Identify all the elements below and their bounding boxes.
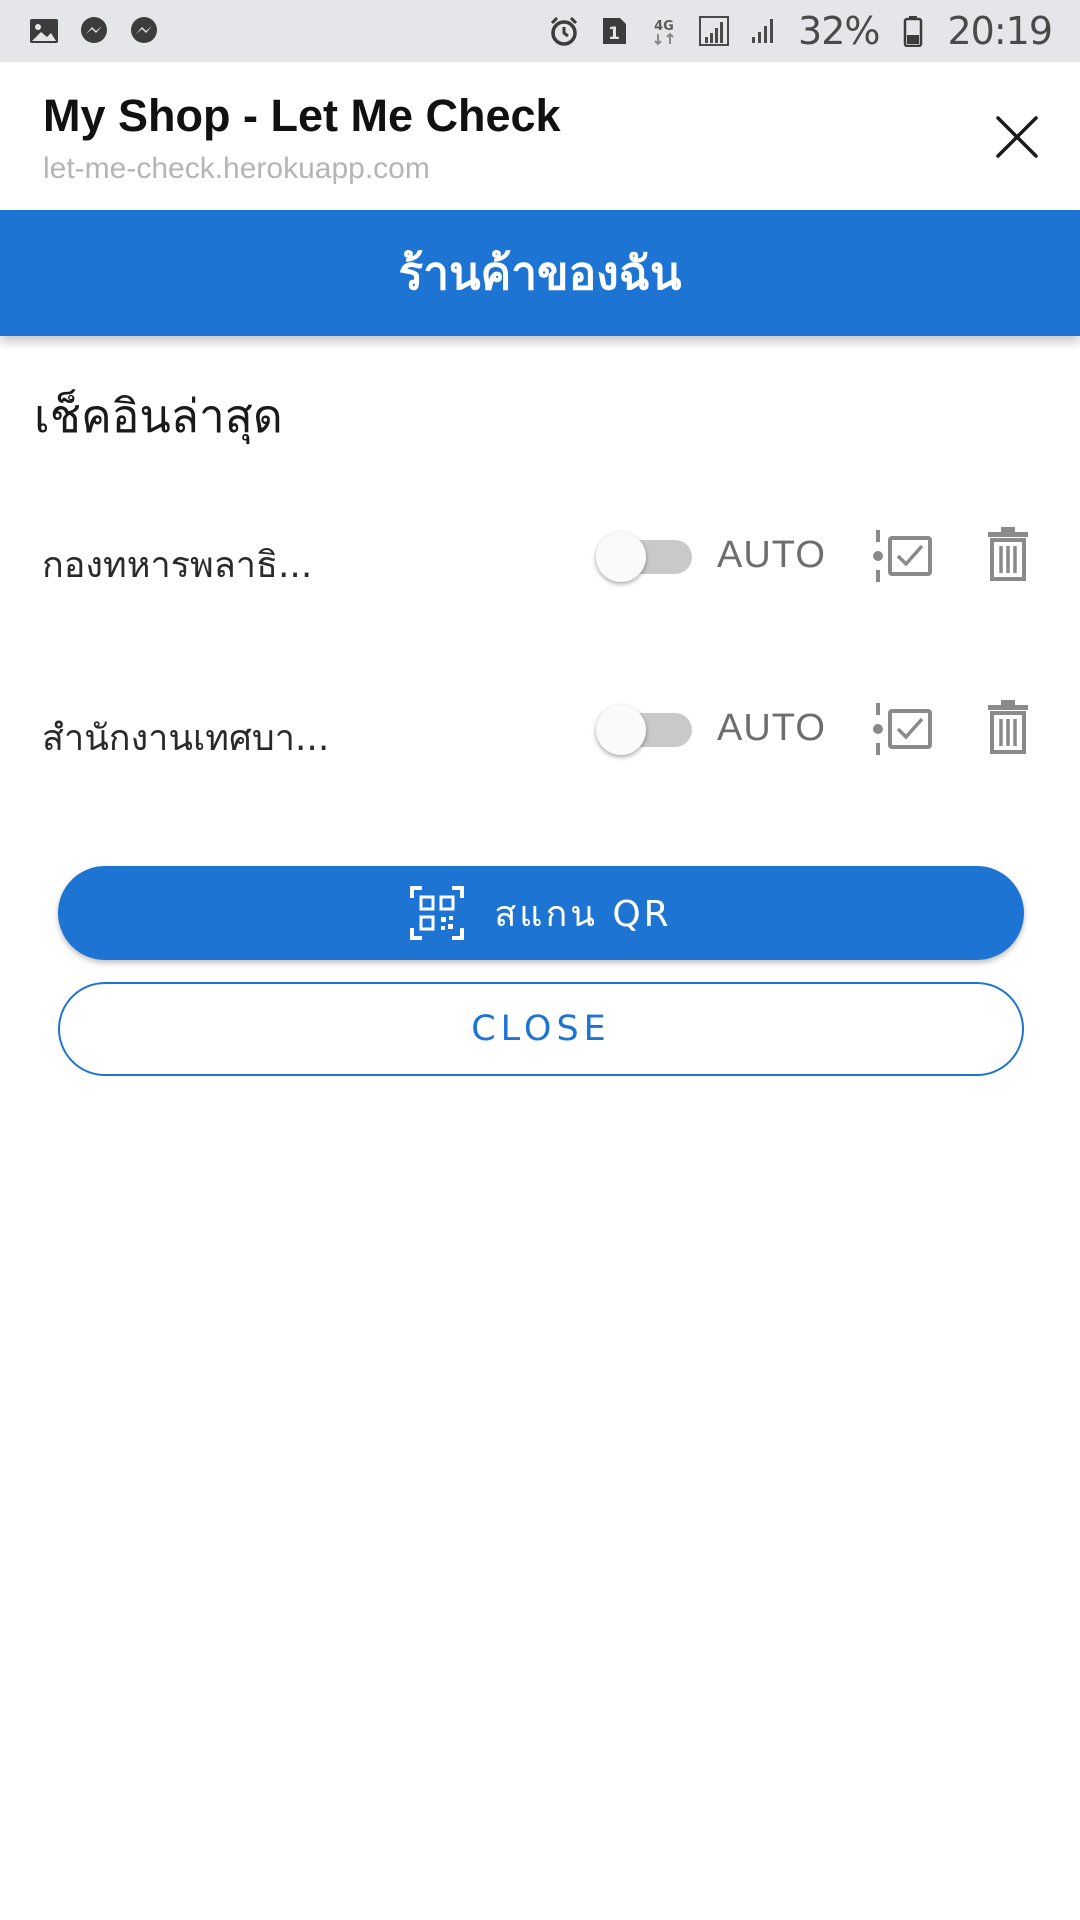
alarm-icon xyxy=(548,15,580,47)
checkin-row: สำนักงานเทศบา... AUTO xyxy=(0,677,1080,777)
signal-icon xyxy=(698,15,730,47)
scan-qr-button[interactable]: สแกน QR xyxy=(58,866,1024,960)
app-bar: ร้านค้าของฉัน xyxy=(0,210,1080,336)
sim-1-icon: 1 xyxy=(598,15,630,47)
section-title: เช็คอินล่าสุด xyxy=(34,389,283,443)
page-url: let-me-check.herokuapp.com xyxy=(43,152,430,185)
checkin-name: กองทหารพลาธิ... xyxy=(42,545,313,586)
status-bar: 1 4G 32% 20:19 xyxy=(0,0,1080,62)
messenger-icon xyxy=(128,15,160,47)
close-icon[interactable] xyxy=(990,110,1044,164)
trash-icon[interactable] xyxy=(986,526,1030,582)
battery-icon xyxy=(897,15,929,47)
checkin-row: กองทหารพลาธิ... AUTO xyxy=(0,504,1080,604)
toggle-knob xyxy=(596,705,646,755)
svg-text:1: 1 xyxy=(608,24,620,44)
trash-icon[interactable] xyxy=(986,699,1030,755)
scan-qr-label: สแกน QR xyxy=(494,893,672,935)
checkin-icon[interactable] xyxy=(872,528,936,584)
close-button-label: CLOSE xyxy=(471,1009,611,1049)
auto-toggle[interactable] xyxy=(596,705,696,755)
svg-text:4G: 4G xyxy=(654,19,674,34)
auto-label: AUTO xyxy=(717,534,826,576)
signal-icon xyxy=(748,15,780,47)
toggle-knob xyxy=(596,532,646,582)
page-title: My Shop - Let Me Check xyxy=(43,90,561,141)
status-bar-notifications xyxy=(28,15,160,47)
gallery-icon xyxy=(28,15,60,47)
battery-percent: 32% xyxy=(798,9,880,53)
auto-toggle[interactable] xyxy=(596,532,696,582)
4g-icon: 4G xyxy=(648,15,680,47)
clock: 20:19 xyxy=(947,9,1053,53)
messenger-icon xyxy=(78,15,110,47)
checkin-name: สำนักงานเทศบา... xyxy=(42,718,330,759)
qr-code-icon xyxy=(410,886,465,940)
close-button[interactable]: CLOSE xyxy=(58,982,1024,1076)
auto-label: AUTO xyxy=(717,707,826,749)
browser-header: My Shop - Let Me Check let-me-check.hero… xyxy=(0,62,1080,210)
app-bar-title: ร้านค้าของฉัน xyxy=(398,245,682,300)
checkin-icon[interactable] xyxy=(872,701,936,757)
status-bar-system: 1 4G 32% 20:19 xyxy=(548,9,1053,53)
